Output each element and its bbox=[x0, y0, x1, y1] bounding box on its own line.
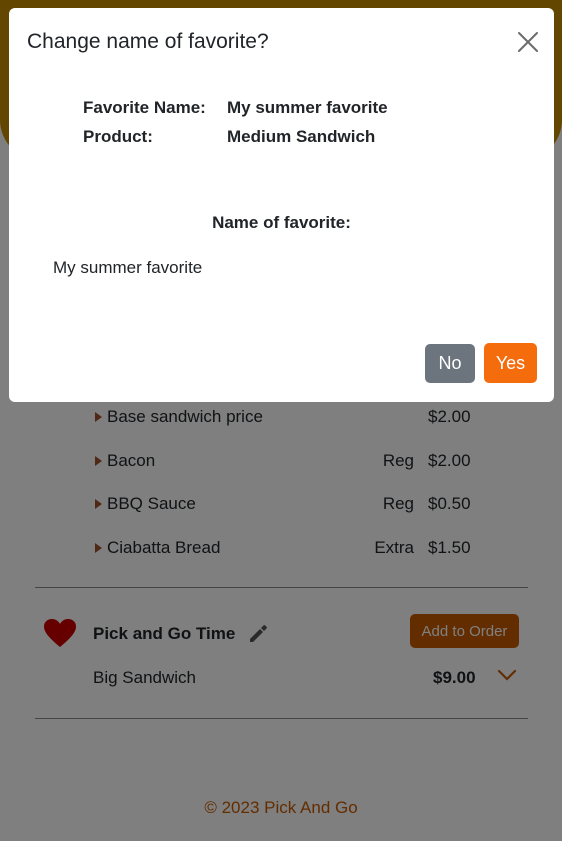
no-button[interactable]: No bbox=[425, 344, 475, 383]
rename-favorite-dialog: Change name of favorite? Favorite Name: … bbox=[9, 8, 554, 402]
favorite-name-label: Favorite Name: bbox=[83, 98, 206, 117]
product-value: Medium Sandwich bbox=[227, 127, 376, 146]
dialog-title: Change name of favorite? bbox=[27, 30, 269, 53]
close-icon[interactable] bbox=[514, 28, 542, 56]
name-field-label: Name of favorite: bbox=[212, 213, 351, 232]
favorite-name-value: My summer favorite bbox=[227, 98, 388, 117]
product-label: Product: bbox=[83, 127, 153, 146]
favorite-name-input[interactable] bbox=[43, 254, 541, 282]
yes-button[interactable]: Yes bbox=[484, 343, 537, 383]
